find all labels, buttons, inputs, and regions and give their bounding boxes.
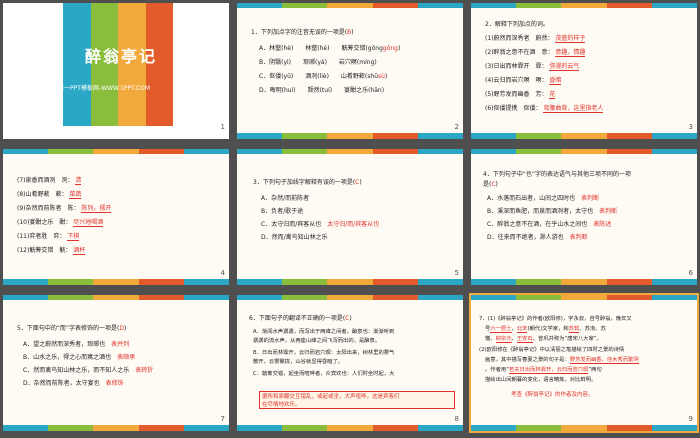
question-6: 6．下面句子的翻译不正确的一项是(C) — [249, 315, 352, 322]
slide-bottom-bar — [237, 133, 463, 139]
option-a: A．水落而石出者，山间之四时也 表判断 — [487, 195, 600, 202]
question-2: 2．解释下列加点的词。 — [485, 21, 549, 28]
question-4: 4．下列句子中“也”字的表达语气与其他三项不同的一项 — [483, 171, 632, 178]
option-a-cont: 潺潺的流水声，从两座山峰之间飞泻而出的，是酿泉。 — [253, 338, 381, 344]
option-c: C．伛偻(yǔ) 酒洌(liè) 山肴野蔌(shūsù) — [259, 73, 388, 80]
word-6: (6)伛偻提携 伛偻： 弯腰曲背，这里指老人 — [485, 105, 604, 113]
option-c: C．觥筹交错，起坐而喧哗者，众宾欢也：人们时坐时起，大 — [253, 371, 395, 377]
slide-number: 3 — [688, 123, 693, 131]
slide-thumbnail-1[interactable]: 醉翁亭记 第一PPT模板网-WWW.1PPT.COM 1 — [3, 3, 229, 139]
option-c: C．然而禽鸟知山林之乐，而不知人之乐 表转折 — [23, 367, 154, 374]
slide-thumbnail-3[interactable]: 2．解释下列加点的词。 (1)蔚然而深秀者 蔚然： 茂盛的样子 (2)醉翁之意不… — [471, 3, 697, 139]
slide-number: 1 — [220, 123, 225, 131]
slide-bottom-bar — [237, 425, 463, 431]
word-2: (2)醉翁之意不在酒 意： 意趣，情趣 — [485, 49, 586, 57]
slide-thumbnail-2[interactable]: 1．下列加点字的注音无误的一项是(B) A．林壑(hè) 林壑(hè) 觥筹交错… — [237, 3, 463, 139]
option-d: D．往来而不绝者，滁人游也 表判断 — [487, 234, 588, 241]
question-7-1-line3: 辙、柳宗元、王安石、曾巩并称为“唐宋八大家”。 — [485, 336, 602, 343]
slide-thumbnail-5[interactable]: 3．下列句子加线字解释有误的一项是(C) A．杂然/而前陈者 B．负者/歌于途 … — [237, 149, 463, 285]
slide-top-bar — [237, 3, 463, 8]
option-a: A．杂然/而前陈者 — [261, 195, 310, 202]
option-a: A．渐闻水声潺潺，而泻出于两峰之间者，酿泉也：渐渐听到 — [253, 329, 395, 335]
slide-bottom-bar — [471, 279, 697, 285]
word-10: (10)宴酣之乐 酣： 尽兴地喝酒 — [17, 219, 104, 227]
slide-number: 5 — [454, 269, 459, 277]
slide-top-bar — [471, 3, 697, 8]
option-b: B．阴翳(yì) 琅琊(yá) 岩穴暝(míng) — [259, 59, 377, 66]
option-b: B．负者/歌于途 — [261, 208, 304, 215]
slide-top-bar — [237, 295, 463, 300]
question-7-2: (2)欧阳修在《醉翁亭记》中以清丽之笔描绘了四时之景的诗情 — [479, 347, 625, 353]
word-7: (7)泉香而酒洌 洌： 清 — [17, 177, 82, 185]
slide-number: 4 — [220, 269, 225, 277]
slide-bottom-bar — [237, 279, 463, 285]
word-5: (5)野芳发而幽香 芳： 花 — [485, 91, 556, 99]
slide-top-bar — [471, 295, 697, 300]
slide-top-bar — [471, 149, 697, 154]
option-b: B．山水之乐，得之心而寓之酒也 表顺承 — [23, 354, 136, 361]
option-d: D．杂然而前陈者，太守宴也 表修饰 — [23, 380, 124, 387]
slide-top-bar — [237, 149, 463, 154]
question-3: 3．下列句子加线字解释有误的一项是(C) — [253, 179, 362, 186]
word-12: (12)觥筹交错 觥： 酒杯 — [17, 247, 86, 255]
slide-number: 7 — [220, 415, 225, 423]
question-4-end: 是(C) — [483, 181, 498, 188]
slide-top-bar — [3, 149, 229, 154]
presentation-subtitle: 第一PPT模板网-WWW.1PPT.COM — [58, 85, 151, 92]
question-7-1-line2: 号六一居士，北宋(朝代)文学家，和苏轼、苏洵、苏 — [485, 326, 606, 333]
answer-hint: 考查《醉翁亭记》的作者及内容。 — [511, 392, 594, 398]
slide-thumbnail-8[interactable]: 6．下面句子的翻译不正确的一项是(C) A．渐闻水声潺潺，而泻出于两峰之间者，酿… — [237, 295, 463, 431]
slide-bottom-bar — [3, 425, 229, 431]
slide-bottom-bar — [471, 133, 697, 139]
option-d: D．然而/禽鸟知山林之乐 — [261, 234, 328, 241]
question-1: 1．下列加点字的注音无误的一项是(B) — [251, 29, 354, 36]
slide-thumbnail-7[interactable]: 5．下面句中的“而”字表修饰的一项是(D) A．望之蔚然而深秀者，琅琊也 表并列… — [3, 295, 229, 431]
question-7-2-line4: 描绘出山间朝暮的变化，语言精炼，对比鲜明。 — [485, 377, 597, 383]
question-7-2-line2: 画意，其中描写春夏之景的句子是：野芳发而幽香，佳木秀而繁阴 — [485, 357, 639, 364]
slide-bottom-bar — [3, 279, 229, 285]
option-c: C．醉翁之意不在酒，在乎山水之间也 表陈述 — [487, 221, 612, 228]
slide-number: 9 — [688, 415, 693, 423]
option-c: C．太守归而/宾客从也 太守归/而/宾客从也 — [261, 221, 380, 228]
word-3: (3)日出而林霏开 霏： 弥漫的云气 — [485, 63, 580, 71]
word-9: (9)杂然而前陈者 陈： 陈列，摆开 — [17, 205, 112, 213]
option-a: A．林壑(hè) 林壑(hè) 觥筹交错(gōnggōng) — [259, 45, 401, 52]
word-4: (4)云归而岩穴暝 暝： 昏暗 — [485, 77, 562, 85]
word-8: (8)山肴野蔌 蔌： 菜蔬 — [17, 191, 82, 199]
option-a: A．望之蔚然而深秀者，琅琊也 表并列 — [23, 341, 130, 348]
answer-note-box: 据所和原翻交互错乱，或起或坐，大声喧哗，这是宾客们 在尽情地欢乐。 — [259, 391, 455, 409]
option-d: D．晦明(huì) 颓然(tuí) 宴酣之乐(hān) — [259, 87, 385, 94]
slide-number: 8 — [454, 415, 459, 423]
option-b: B．日出而林霏开，云归而岩穴暝：太阳出来，树林里的雾气 — [253, 350, 395, 356]
slide-thumbnail-6[interactable]: 4．下列句子中“也”字的表达语气与其他三项不同的一项 是(C) A．水落而石出者… — [471, 149, 697, 285]
question-5: 5．下面句中的“而”字表修饰的一项是(D) — [17, 325, 127, 332]
slide-bottom-bar — [471, 425, 697, 431]
slide-top-bar — [3, 295, 229, 300]
question-7-2-line3: 。作者用“若夫日出而林霏开，云归而岩穴暝”两句 — [485, 367, 602, 374]
question-7-1: 7．(1)《醉翁亭记》的作者(欧阳修)，字永叔，自号醉翁，晚年又 — [479, 316, 632, 322]
word-1: (1)蔚然而深秀者 蔚然： 茂盛的样子 — [485, 35, 586, 43]
presentation-title: 醉翁亭记 — [85, 47, 158, 66]
slide-thumbnail-4[interactable]: (7)泉香而酒洌 洌： 清 (8)山肴野蔌 蔌： 菜蔬 (9)杂然而前陈者 陈：… — [3, 149, 229, 285]
slide-thumbnail-9[interactable]: 7．(1)《醉翁亭记》的作者(欧阳修)，字永叔，自号醉翁，晚年又 号六一居士，北… — [469, 293, 699, 433]
word-11: (11)弈者胜 弈： 下棋 — [17, 233, 80, 241]
slide-number: 6 — [688, 269, 693, 277]
slide-number: 2 — [454, 123, 459, 131]
option-b: B．溪深而鱼肥，而泉而酒洌者，太守也 表判断 — [487, 208, 618, 215]
option-b-cont: 散开，云雾聚拢，山谷就显得昏暗了。 — [253, 359, 344, 365]
